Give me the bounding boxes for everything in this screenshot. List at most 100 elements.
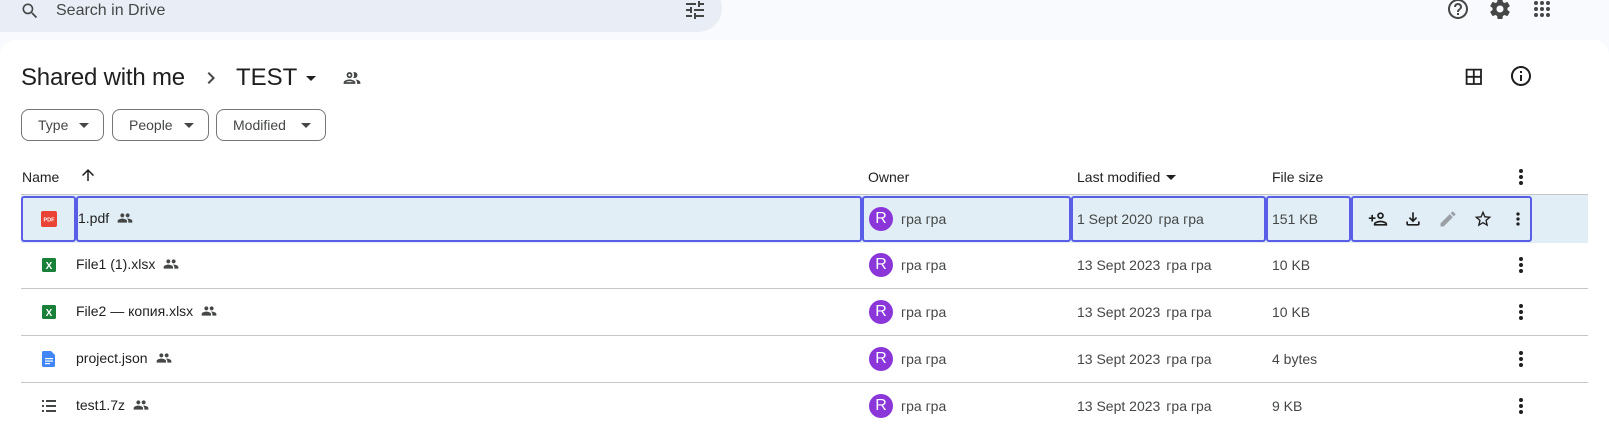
avatar: R	[869, 300, 893, 324]
more-vert-icon[interactable]	[1508, 209, 1528, 229]
file-row[interactable]: PDF 1.pdf R грa грa 1 Sept 2020 грa грa 1…	[21, 195, 1588, 243]
shared-people-icon	[156, 353, 171, 363]
owner-name: грa грa	[901, 351, 947, 367]
modified-date: 13 Sept 2023	[1077, 351, 1161, 367]
column-header-owner[interactable]: Owner	[868, 167, 909, 187]
file-name[interactable]: project.json	[76, 350, 172, 366]
filter-chip-people[interactable]: People	[112, 109, 209, 141]
last-modified: 13 Sept 2023 грa грa	[1077, 398, 1212, 414]
file-name[interactable]: File2 — копия.xlsx	[76, 303, 217, 319]
column-header-label: Owner	[868, 169, 910, 185]
download-icon[interactable]	[1403, 209, 1423, 229]
modified-date: 13 Sept 2023	[1077, 257, 1161, 273]
column-header-file-size[interactable]: File size	[1272, 167, 1323, 187]
caret-down-icon	[306, 75, 317, 81]
file-name-label: File2 — копия.xlsx	[76, 303, 194, 319]
modified-date: 13 Sept 2023	[1077, 304, 1161, 320]
gear-icon[interactable]	[1488, 0, 1512, 21]
shared-people-icon	[117, 213, 133, 223]
owner-name: грa грa	[901, 257, 947, 273]
file-row[interactable]: test1.7z R грa грa 13 Sept 2023 грa грa 9…	[21, 382, 1588, 428]
docs-icon	[42, 351, 55, 367]
more-vert-icon[interactable]	[1509, 253, 1533, 277]
main-panel: Shared with me TEST Type People Modified…	[0, 40, 1609, 428]
file-name[interactable]: File1 (1).xlsx	[76, 256, 179, 272]
filter-chip-modified[interactable]: Modified	[216, 109, 326, 141]
column-header-name[interactable]: Name	[22, 167, 59, 187]
more-vert-icon[interactable]	[1509, 165, 1533, 189]
pdf-icon: PDF	[41, 211, 57, 227]
search-input[interactable]	[56, 0, 616, 22]
help-icon[interactable]	[1446, 0, 1470, 21]
file-row[interactable]: X File2 — копия.xlsx R грa грa 13 Sept 2…	[21, 288, 1588, 336]
owner-name: грa грa	[901, 304, 947, 320]
column-header-label: File size	[1272, 169, 1324, 185]
info-icon[interactable]	[1509, 64, 1533, 88]
apps-grid-icon[interactable]	[1530, 0, 1554, 21]
people-outline-icon[interactable]	[342, 68, 362, 88]
last-modified: 13 Sept 2023 грa грa	[1077, 351, 1212, 367]
more-vert-icon[interactable]	[1509, 300, 1533, 324]
file-name-label: test1.7z	[76, 397, 126, 413]
search-bar[interactable]	[0, 0, 722, 32]
file-size: 4 bytes	[1272, 351, 1318, 367]
breadcrumb: Shared with me TEST	[21, 60, 362, 96]
filter-chip-label: People	[129, 117, 173, 133]
rename-icon[interactable]	[1438, 209, 1458, 229]
search-icon[interactable]	[20, 1, 40, 21]
caret-down-icon	[1166, 174, 1177, 180]
file-row[interactable]: project.json R грa грa 13 Sept 2023 грa г…	[21, 335, 1588, 383]
modified-by: грa грa	[1166, 398, 1212, 414]
shared-people-icon	[133, 400, 149, 410]
column-header-label: Name	[22, 169, 60, 185]
tune-icon[interactable]	[683, 0, 707, 22]
modified-date: 1 Sept 2020	[1077, 211, 1153, 227]
caret-down-icon	[79, 123, 89, 128]
file-name-label: 1.pdf	[78, 210, 110, 226]
filter-chip-label: Modified	[233, 117, 286, 133]
archive-list-icon	[42, 400, 56, 412]
current-folder-label: TEST	[235, 64, 298, 91]
file-name-label: File1 (1).xlsx	[76, 256, 156, 272]
breadcrumb-root[interactable]: Shared with me	[21, 64, 185, 92]
file-name[interactable]: test1.7z	[76, 397, 149, 413]
cell-focus	[862, 196, 1071, 242]
caret-down-icon	[184, 123, 194, 128]
shared-people-icon	[164, 259, 179, 269]
owner-name: грa грa	[901, 211, 947, 227]
sheets-icon: X	[42, 258, 56, 272]
shared-people-icon	[201, 306, 217, 316]
modified-by: грa грa	[1158, 211, 1204, 227]
arrow-up-icon[interactable]	[79, 166, 97, 184]
filter-chip-type[interactable]: Type	[21, 109, 104, 141]
share-icon[interactable]	[1368, 209, 1388, 229]
chevron-right-icon	[207, 72, 215, 84]
star-icon[interactable]	[1473, 209, 1493, 229]
last-modified: 13 Sept 2023 грa грa	[1077, 304, 1212, 320]
file-row[interactable]: X File1 (1).xlsx R грa грa 13 Sept 2023 г…	[21, 241, 1588, 289]
modified-by: грa грa	[1166, 351, 1212, 367]
column-header-last-modified[interactable]: Last modified	[1077, 167, 1177, 187]
last-modified: 1 Sept 2020 грa грa	[1077, 211, 1204, 227]
file-size: 9 KB	[1272, 398, 1303, 414]
modified-by: грa грa	[1166, 257, 1212, 273]
file-size: 10 KB	[1272, 304, 1311, 320]
file-name-label: project.json	[76, 350, 148, 366]
avatar: R	[869, 207, 893, 231]
sheets-icon: X	[42, 305, 56, 319]
caret-down-icon	[301, 123, 311, 128]
svg-text:X: X	[46, 261, 53, 272]
last-modified: 13 Sept 2023 грa грa	[1077, 257, 1212, 273]
filter-chip-label: Type	[38, 117, 69, 133]
cell-focus	[76, 196, 862, 242]
file-size: 10 KB	[1272, 257, 1311, 273]
more-vert-icon[interactable]	[1509, 347, 1533, 371]
avatar: R	[869, 394, 893, 418]
breadcrumb-current-folder[interactable]: TEST	[235, 64, 317, 92]
modified-date: 13 Sept 2023	[1077, 398, 1161, 414]
avatar: R	[869, 253, 893, 277]
grid-view-icon[interactable]	[1462, 64, 1486, 88]
more-vert-icon[interactable]	[1509, 394, 1533, 418]
file-name[interactable]: 1.pdf	[78, 210, 133, 226]
svg-text:PDF: PDF	[44, 218, 56, 224]
